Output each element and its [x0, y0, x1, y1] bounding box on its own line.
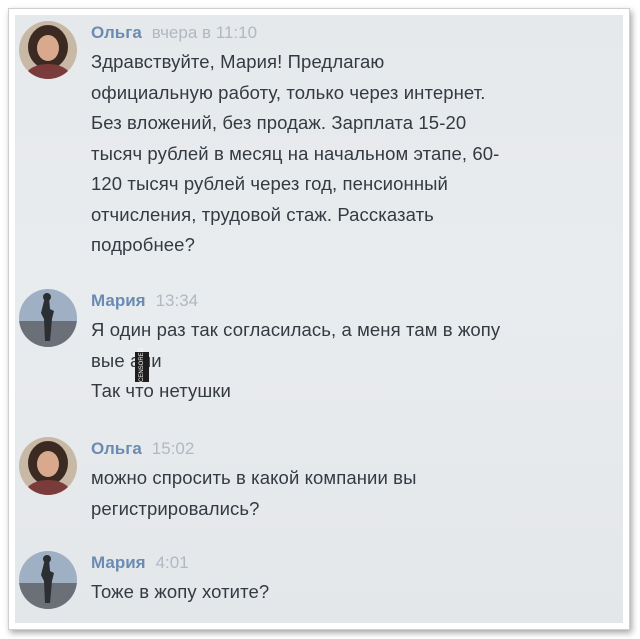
- message-line: официальную работу, только через интерне…: [91, 81, 486, 103]
- message-line: отчисления, трудовой стаж. Рассказать: [91, 203, 434, 225]
- author-name[interactable]: Мария: [91, 553, 146, 572]
- message-time: 13:34: [155, 291, 199, 310]
- message-maria-2: Мария 4:01 Тоже в жопу хотите?: [15, 551, 623, 621]
- olga-avatar-icon[interactable]: [19, 437, 77, 495]
- message-time: вчера в 11:10: [151, 23, 258, 42]
- message-header: Мария 13:34: [91, 291, 617, 311]
- message-olga-2: Ольга 15:02 можно спросить в какой компан…: [15, 437, 623, 537]
- message-olga-1: Ольга вчера в 11:10 Здравствуйте, Мария! …: [15, 21, 623, 271]
- message-line: можно спросить в какой компании вы: [91, 467, 417, 488]
- message-line: Так что нетушки: [91, 380, 231, 401]
- author-name[interactable]: Ольга: [91, 439, 142, 458]
- message-line: Без вложений, без продаж. Зарплата 15-20: [91, 112, 467, 133]
- message-line: Я один раз так согласилась, а меня там в…: [91, 319, 501, 340]
- maria-avatar-icon[interactable]: [19, 289, 77, 347]
- message-line: подробнее?: [91, 234, 195, 255]
- message-line: тысяч рублей в месяц на начальном этапе,…: [91, 142, 500, 164]
- olga-avatar-icon[interactable]: [19, 21, 77, 79]
- message-text: можно спросить в какой компании вы регис…: [91, 463, 617, 524]
- message-maria-1: Мария 13:34 Я один раз так согласилась, а…: [15, 289, 623, 419]
- maria-avatar-icon[interactable]: [19, 551, 77, 609]
- message-text: Здравствуйте, Мария! Предлагаю официальн…: [91, 47, 617, 261]
- message-line: Здравствуйте, Мария! Предлагаю: [91, 51, 385, 72]
- author-name[interactable]: Ольга: [91, 23, 142, 42]
- message-header: Ольга вчера в 11:10: [91, 23, 617, 43]
- message-line: регистрировались?: [91, 497, 260, 519]
- message-header: Ольга 15:02: [91, 439, 617, 459]
- message-line: вые али: [91, 349, 162, 371]
- author-name[interactable]: Мария: [91, 291, 146, 310]
- message-text: Я один раз так согласилась, а меня там в…: [91, 315, 617, 407]
- message-text: Тоже в жопу хотите?: [91, 577, 617, 608]
- message-line: Тоже в жопу хотите?: [91, 581, 270, 602]
- screenshot-frame: Ольга вчера в 11:10 Здравствуйте, Мария! …: [8, 8, 630, 630]
- message-time: 4:01: [155, 553, 189, 572]
- chat-conversation: Ольга вчера в 11:10 Здравствуйте, Мария! …: [15, 15, 623, 623]
- message-line: 120 тысяч рублей через год, пенсионный: [91, 173, 448, 194]
- message-header: Мария 4:01: [91, 553, 617, 573]
- message-time: 15:02: [151, 439, 195, 458]
- censored-sticker: CENSORED: [135, 348, 149, 382]
